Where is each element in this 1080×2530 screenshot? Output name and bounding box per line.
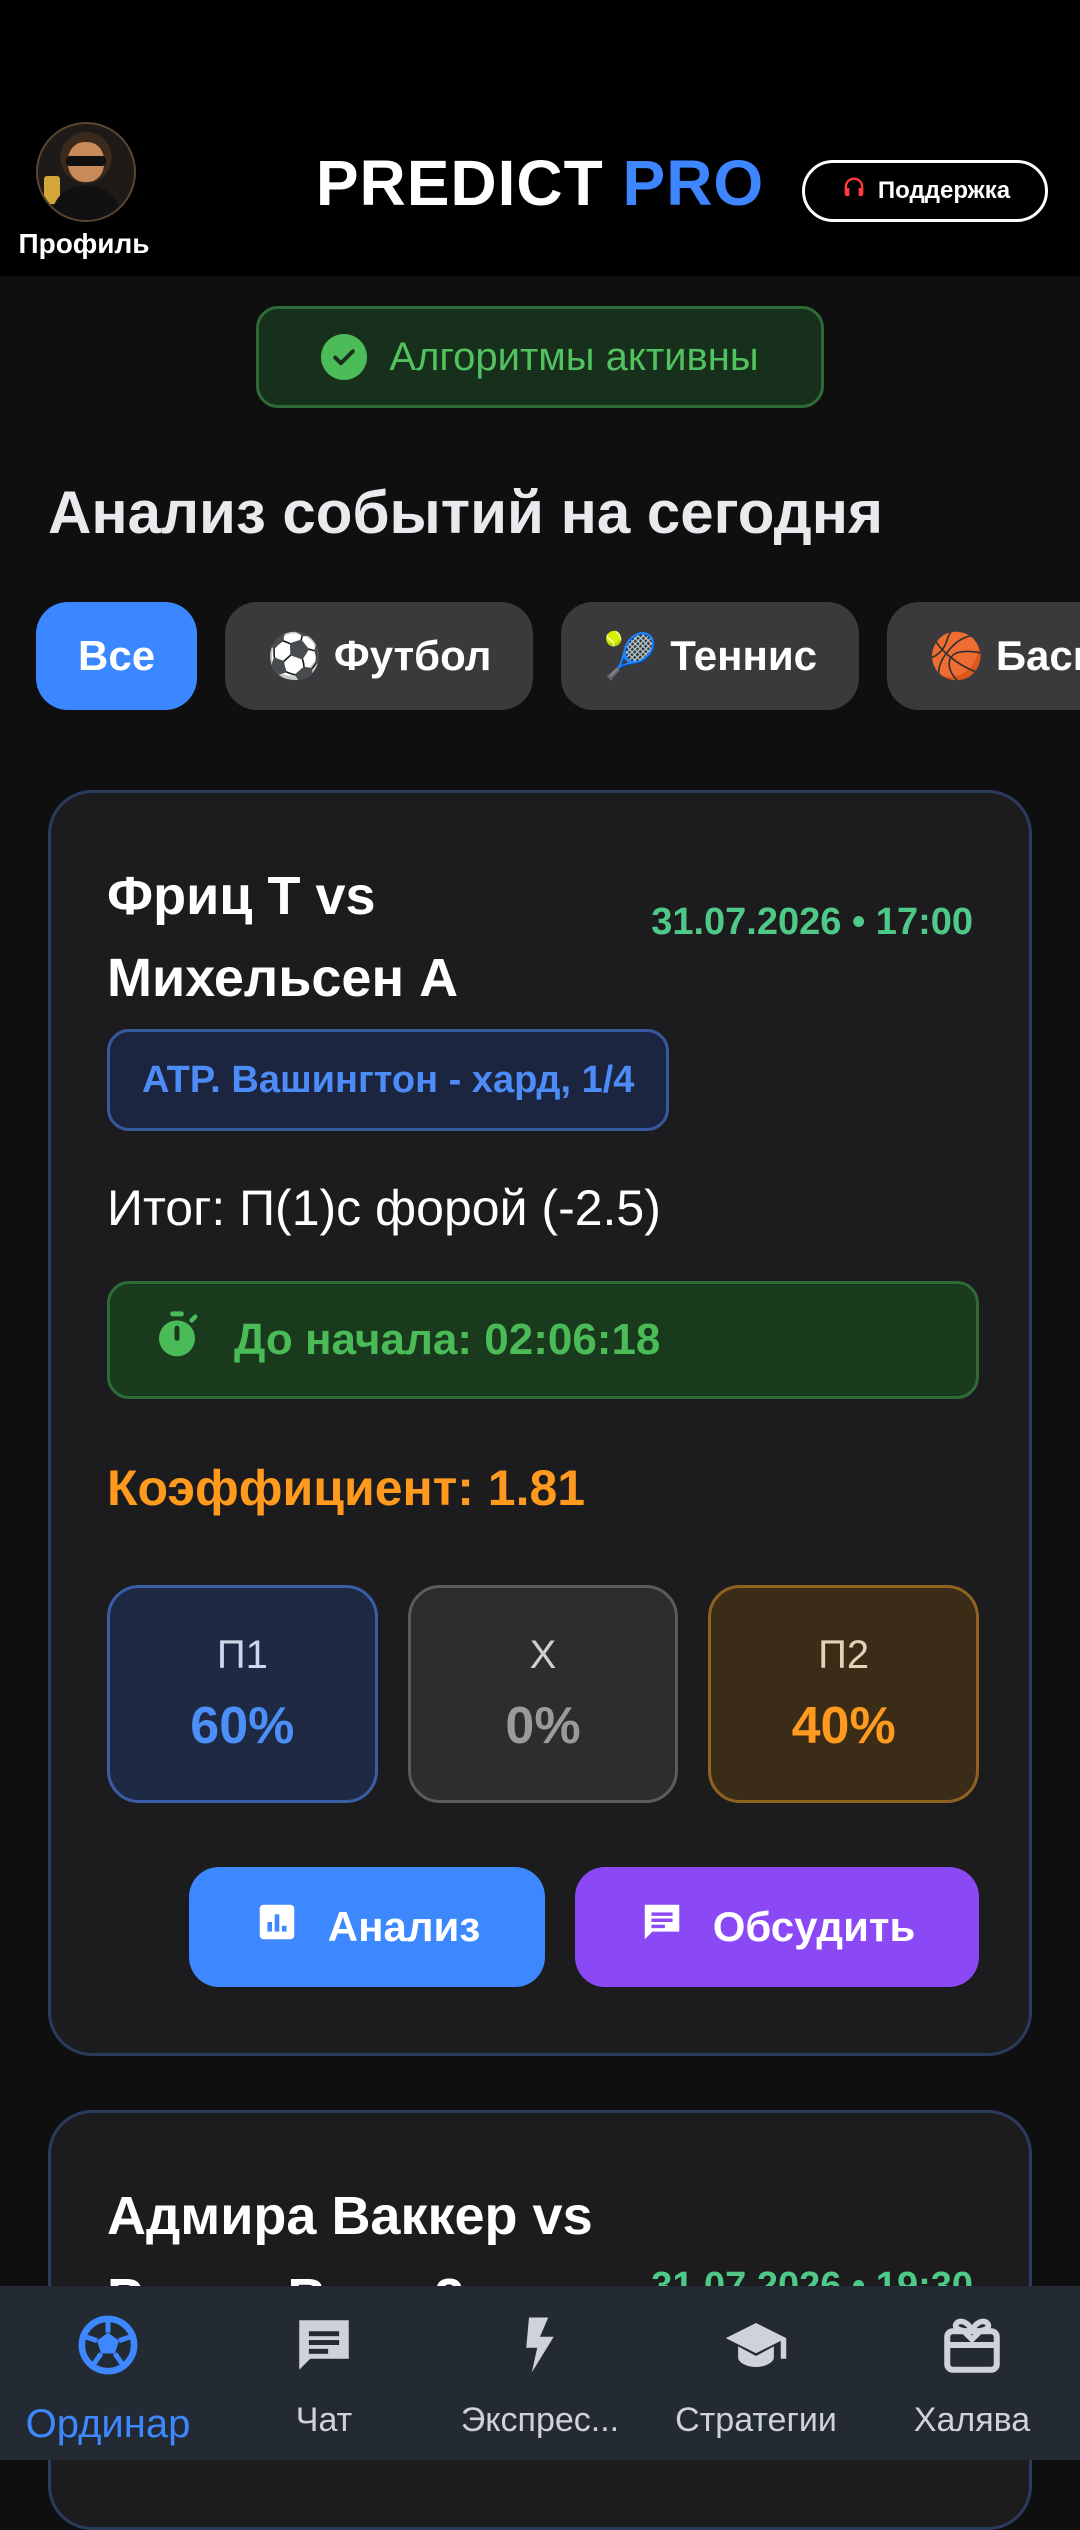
discuss-button[interactable]: Обсудить (575, 1867, 979, 1987)
odds-p1[interactable]: П1 60% (107, 1585, 378, 1803)
page-title: Анализ событий на сегодня (48, 479, 883, 546)
stopwatch-icon (150, 1308, 204, 1373)
filter-chip-label: Футбол (333, 632, 492, 679)
analysis-button[interactable]: Анализ (189, 1867, 545, 1987)
odds-label: X (529, 1632, 557, 1677)
basketball-icon: 🏀 (929, 632, 984, 681)
match-datetime: 31.07.2026 • 17:00 (651, 901, 973, 943)
prediction-result: Итог: П(1)с форой (-2.5) (107, 1180, 661, 1236)
headset-icon (840, 174, 868, 209)
check-circle-icon (321, 334, 368, 380)
nav-label: Ординар (25, 2402, 191, 2446)
gift-icon (939, 2312, 1005, 2387)
discuss-button-label: Обсудить (712, 1903, 916, 1950)
nav-item-single[interactable]: Ординар (0, 2286, 216, 2460)
countdown-text: До начала: 02:06:18 (234, 1315, 661, 1364)
filter-chip-label: Теннис (670, 632, 818, 679)
graduation-cap-icon (723, 2312, 789, 2387)
nav-label: Экспрес... (460, 2401, 620, 2439)
match-title: Фриц Т vs Михельсен А (107, 866, 459, 1008)
nav-item-strategies[interactable]: Стратегии (648, 2286, 864, 2460)
soccer-ball-icon: ⚽ (267, 632, 322, 681)
lightning-icon (507, 2312, 573, 2387)
filter-chip-basketball[interactable]: 🏀 Баскетбол (887, 602, 1080, 710)
odds-value: 0% (505, 1696, 581, 1755)
algorithms-status-text: Алгоритмы активны (389, 334, 759, 379)
countdown-timer: До начала: 02:06:18 (107, 1281, 979, 1399)
brand-part-1: PREDICT (315, 147, 604, 219)
app-logo-title: PREDICT PRO (300, 146, 780, 220)
odds-value: 60% (190, 1696, 295, 1755)
support-button[interactable]: Поддержка (802, 160, 1048, 222)
filter-chip-all[interactable]: Все (36, 602, 198, 710)
brand-part-2: PRO (622, 147, 765, 219)
odds-value: 40% (791, 1696, 896, 1755)
profile-label[interactable]: Профиль (0, 228, 168, 260)
bottom-navigation: Ординар Чат Экспрес... Стратегии Халява (0, 2286, 1080, 2460)
sport-filter-bar: Все ⚽ Футбол 🎾 Теннис 🏀 Баскетбол (36, 602, 1080, 712)
nav-item-express[interactable]: Экспрес... (432, 2286, 648, 2460)
algorithms-status-badge: Алгоритмы активны (256, 306, 824, 408)
nav-label: Стратегии (675, 2401, 837, 2439)
filter-chip-label: Все (78, 632, 156, 679)
coefficient: Коэффициент: 1.81 (107, 1460, 586, 1516)
analysis-button-label: Анализ (327, 1903, 481, 1950)
tennis-icon: 🎾 (603, 632, 659, 681)
top-bar: Профиль PREDICT PRO Поддержка (0, 0, 1080, 276)
support-label: Поддержка (877, 177, 1011, 204)
filter-chip-label: Баскетбол (995, 632, 1080, 679)
nav-label: Халява (913, 2401, 1031, 2439)
odds-label: П1 (216, 1632, 268, 1677)
odds-row: П1 60% X 0% П2 40% (107, 1585, 980, 1803)
odds-p2[interactable]: П2 40% (708, 1585, 980, 1803)
event-card: Фриц Т vs Михельсен А 31.07.2026 • 17:00… (48, 790, 1032, 2056)
bar-chart-icon (254, 1899, 300, 1955)
odds-label: П2 (818, 1632, 870, 1677)
nav-label: Чат (295, 2401, 353, 2439)
avatar[interactable] (36, 122, 136, 222)
odds-draw[interactable]: X 0% (407, 1585, 679, 1803)
message-icon (639, 1899, 685, 1955)
nav-item-chat[interactable]: Чат (216, 2286, 432, 2460)
filter-chip-tennis[interactable]: 🎾 Теннис (561, 602, 860, 710)
chat-icon (291, 2312, 357, 2387)
league-badge: ATP. Вашингтон - хард, 1/4 (107, 1029, 670, 1131)
soccer-ball-icon (75, 2312, 141, 2388)
filter-chip-football[interactable]: ⚽ Футбол (225, 602, 534, 710)
nav-item-freebie[interactable]: Халява (864, 2286, 1080, 2460)
